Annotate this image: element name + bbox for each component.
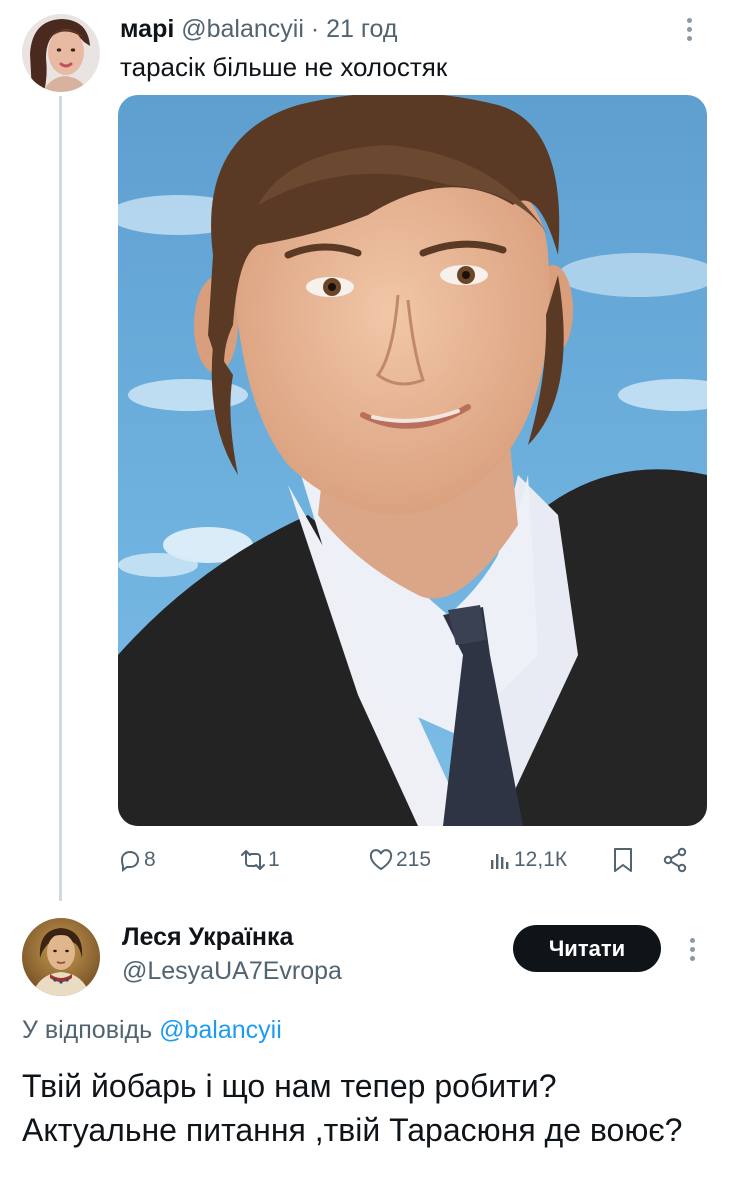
author-name[interactable]: марі	[120, 15, 174, 43]
retweet-icon	[240, 848, 266, 872]
reply-mention-link[interactable]: @balancyii	[159, 1016, 282, 1044]
reply-text: Твій йобарь і що нам тепер робити? Актуа…	[22, 1068, 683, 1148]
avatar[interactable]	[22, 14, 100, 92]
avatar[interactable]	[22, 918, 100, 996]
retweet-count: 1	[268, 848, 280, 871]
tweet-time[interactable]: 21 год	[326, 15, 397, 43]
more-icon[interactable]	[687, 938, 697, 965]
separator-dot: ·	[310, 15, 320, 43]
views-count: 12,1К	[514, 848, 568, 871]
author-handle[interactable]: @LesyaUA7Evropa	[122, 956, 342, 986]
like-icon	[368, 848, 394, 872]
replying-to: У відповідь @balancyii	[22, 1015, 282, 1045]
tweet-header: марі @balancyii · 21 год	[120, 14, 397, 44]
reply-button[interactable]: 8	[118, 842, 156, 878]
tweet-actions: 8 1 215 12,1К	[118, 842, 718, 878]
share-button[interactable]	[662, 842, 688, 878]
bookmark-icon	[612, 847, 634, 873]
retweet-button[interactable]: 1	[240, 842, 280, 878]
more-icon[interactable]	[684, 18, 694, 45]
thread-line	[59, 96, 62, 901]
follow-button[interactable]: Читати	[513, 925, 661, 972]
author-name[interactable]: Леся Українка	[122, 922, 293, 952]
views-icon	[488, 848, 512, 872]
reply-prefix: У відповідь	[22, 1016, 153, 1044]
reply-icon	[118, 848, 142, 872]
tweet-text: тарасік більше не холостяк	[120, 52, 448, 82]
share-icon	[662, 847, 688, 873]
author-handle[interactable]: @balancyii	[181, 15, 304, 43]
tweet-photo[interactable]	[118, 95, 707, 826]
reply-count: 8	[144, 848, 156, 871]
like-button[interactable]: 215	[368, 842, 431, 878]
like-count: 215	[396, 848, 432, 871]
views-button[interactable]: 12,1К	[488, 842, 567, 878]
bookmark-button[interactable]	[612, 842, 634, 878]
